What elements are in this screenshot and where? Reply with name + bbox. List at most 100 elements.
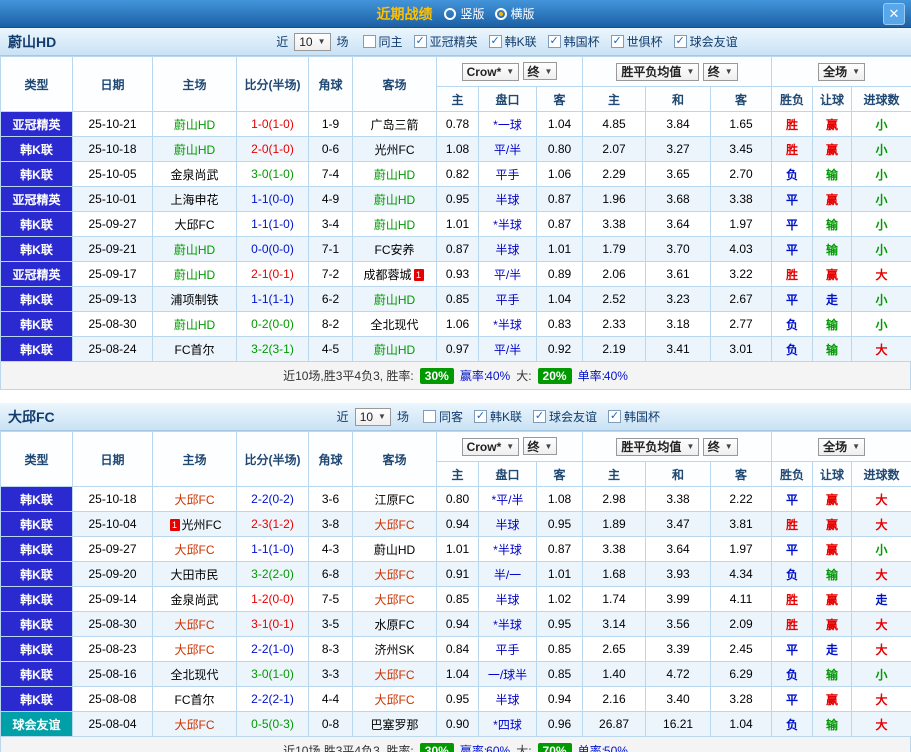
team-link[interactable]: 大邱FC: [375, 693, 415, 707]
bookmaker-select[interactable]: Crow* ▼: [461, 437, 520, 456]
team-link[interactable]: 大邱FC: [375, 668, 415, 682]
checkbox-icon[interactable]: ✓: [608, 410, 622, 423]
radio-icon[interactable]: [444, 7, 457, 20]
match-count-select[interactable]: 10 ▼: [294, 32, 331, 51]
league-cell: 韩K联: [0, 486, 73, 512]
radio-icon[interactable]: [494, 7, 507, 20]
team-link[interactable]: FC首尔: [175, 343, 215, 357]
league-filter[interactable]: ✓ 球会友谊: [533, 408, 597, 425]
league-filter[interactable]: ✓ 韩国杯: [608, 408, 660, 425]
team-link[interactable]: 浦项制铁: [170, 293, 218, 307]
asian-final-select[interactable]: 终 ▼: [522, 62, 558, 81]
team-link[interactable]: 全北现代: [170, 668, 218, 682]
team-link[interactable]: FC首尔: [175, 693, 215, 707]
euro-final-select[interactable]: 终 ▼: [702, 437, 738, 456]
team-link[interactable]: 济州SK: [374, 643, 414, 657]
team-link[interactable]: 广岛三箭: [370, 118, 418, 132]
team-link[interactable]: 蔚山HD: [374, 218, 415, 232]
team-link[interactable]: 巴塞罗那: [370, 718, 418, 732]
euro-draw-odds: 3.56: [645, 611, 712, 637]
handicap-result-cell: 赢: [812, 186, 853, 212]
team-link[interactable]: 蔚山HD: [374, 543, 415, 557]
checkbox-icon[interactable]: ✓: [413, 35, 427, 48]
league-filter[interactable]: 同客: [422, 408, 463, 425]
checkbox-icon[interactable]: ✓: [488, 35, 502, 48]
version-radio[interactable]: 横版: [494, 5, 535, 22]
euro-final-select[interactable]: 终 ▼: [702, 62, 738, 81]
team-link[interactable]: 蔚山HD: [174, 143, 215, 157]
version-radio[interactable]: 竖版: [444, 5, 485, 22]
team-link[interactable]: 蔚山HD: [174, 318, 215, 332]
team-link[interactable]: 大邱FC: [175, 218, 215, 232]
team-link[interactable]: 蔚山HD: [374, 168, 415, 182]
team-link[interactable]: 大邱FC: [375, 593, 415, 607]
team-link[interactable]: FC安养: [375, 243, 415, 257]
away-team-cell: 蔚山HD: [352, 186, 437, 212]
asian-final-select[interactable]: 终 ▼: [522, 437, 558, 456]
scope-select[interactable]: 全场 ▼: [818, 62, 866, 81]
date-cell: 25-09-14: [72, 586, 153, 612]
scope-select[interactable]: 全场 ▼: [818, 437, 866, 456]
league-filter[interactable]: ✓ 韩K联: [488, 33, 537, 50]
euro-average-select[interactable]: 胜平负均值 ▼: [616, 62, 700, 81]
team-link[interactable]: 江原FC: [375, 493, 415, 507]
checkbox-icon[interactable]: ✓: [474, 410, 487, 423]
team-link[interactable]: 金泉尚武: [170, 168, 218, 182]
team-link[interactable]: 大邱FC: [375, 518, 415, 532]
team-link[interactable]: 金泉尚武: [170, 593, 218, 607]
home-team-cell: 大邱FC: [152, 211, 237, 237]
team-link[interactable]: 全北现代: [370, 318, 418, 332]
table-row: 韩K联 25-10-04 1 光州FC 2-3(1-2) 3-8 大邱FC 0.94 半球 0.9…: [0, 511, 911, 537]
team-link[interactable]: 蔚山HD: [374, 343, 415, 357]
checkbox-icon[interactable]: [422, 410, 436, 423]
col-outcome: 胜负: [771, 461, 814, 487]
team-link[interactable]: 大邱FC: [175, 493, 215, 507]
checkbox-icon[interactable]: ✓: [533, 410, 547, 423]
goals-cell: 小: [851, 186, 911, 212]
asian-handicap-line: 半球: [478, 686, 537, 712]
match-count-select[interactable]: 10 ▼: [354, 407, 391, 426]
date-cell: 25-08-04: [72, 711, 153, 737]
result-group: 全场 ▼: [771, 431, 911, 462]
corners-cell: 0-6: [308, 136, 353, 162]
team-link[interactable]: 成都蓉城: [363, 268, 411, 282]
asian-home-odds: 0.94: [436, 611, 479, 637]
euro-home-odds: 2.33: [582, 311, 647, 337]
team-link[interactable]: 大邱FC: [175, 643, 215, 657]
date-cell: 25-10-18: [72, 136, 153, 162]
team-link[interactable]: 大邱FC: [175, 618, 215, 632]
team-link[interactable]: 大邱FC: [175, 543, 215, 557]
asian-away-odds: 1.01: [535, 561, 584, 587]
team-link[interactable]: 光州FC: [182, 518, 222, 532]
team-link[interactable]: 大邱FC: [375, 568, 415, 582]
team-link[interactable]: 光州FC: [375, 143, 415, 157]
league-filter[interactable]: ✓ 世俱杯: [610, 33, 663, 50]
team-link[interactable]: 大田市民: [170, 568, 218, 582]
league-filter[interactable]: ✓ 韩K联: [474, 408, 522, 425]
league-filter[interactable]: ✓ 亚冠精英: [413, 33, 478, 50]
team-link[interactable]: 蔚山HD: [174, 243, 215, 257]
section-header-bar: 大邱FC 近 10 ▼ 场 同客 ✓ 韩K联 ✓ 球会友谊 ✓ 韩国杯: [0, 403, 911, 431]
league-filter[interactable]: 同主: [362, 33, 403, 50]
team-link[interactable]: 蔚山HD: [174, 268, 215, 282]
league-filter[interactable]: ✓ 韩国杯: [547, 33, 600, 50]
home-team-cell: 大邱FC: [152, 486, 237, 512]
checkbox-icon[interactable]: ✓: [547, 35, 561, 48]
euro-average-select[interactable]: 胜平负均值 ▼: [616, 437, 700, 456]
outcome-cell: 胜: [771, 511, 814, 537]
league-filter[interactable]: ✓ 球会友谊: [673, 33, 738, 50]
checkbox-icon[interactable]: ✓: [673, 35, 687, 48]
team-link[interactable]: 蔚山HD: [374, 293, 415, 307]
close-button[interactable]: ✕: [883, 3, 905, 25]
chevron-down-icon: ▼: [686, 442, 695, 451]
team-link[interactable]: 上海申花: [170, 193, 218, 207]
checkbox-icon[interactable]: ✓: [610, 35, 624, 48]
handicap-result-cell: 赢: [812, 261, 853, 287]
team-link[interactable]: 蔚山HD: [174, 118, 215, 132]
team-link[interactable]: 蔚山HD: [374, 193, 415, 207]
checkbox-icon[interactable]: [362, 35, 376, 48]
asian-home-odds: 1.06: [436, 311, 479, 337]
team-link[interactable]: 大邱FC: [175, 718, 215, 732]
team-link[interactable]: 水原FC: [375, 618, 415, 632]
bookmaker-select[interactable]: Crow* ▼: [461, 62, 520, 81]
